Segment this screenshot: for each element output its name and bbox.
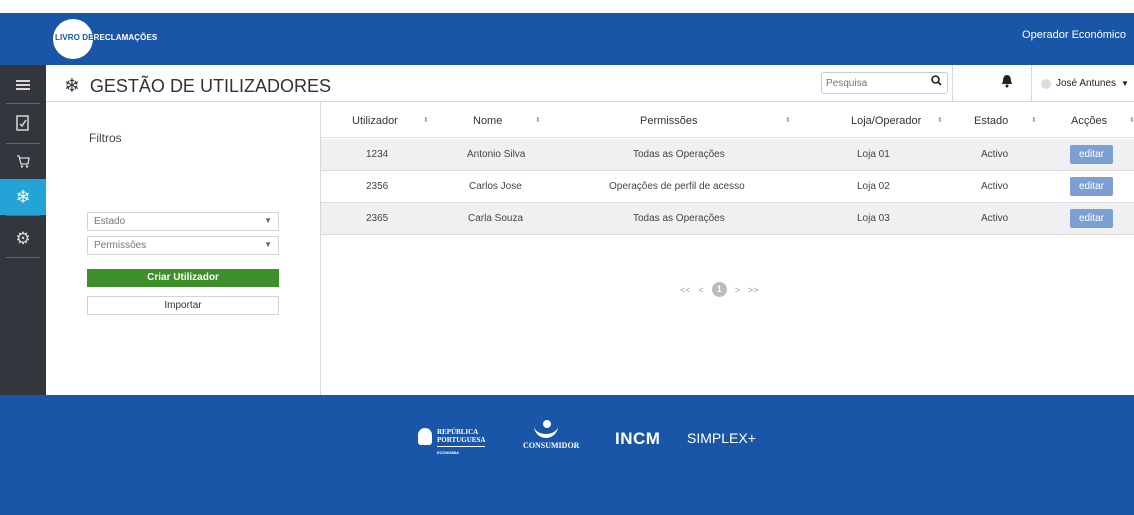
cell-loja: Loja 02 (857, 181, 890, 192)
pagination-next[interactable]: > (735, 285, 740, 295)
header-divider (952, 65, 953, 102)
sort-icon[interactable]: ⬍ (423, 116, 429, 124)
logo-text-part2: RECLAMAÇÕES (93, 33, 158, 42)
estado-select-label: Estado (94, 216, 126, 227)
cell-estado: Activo (981, 181, 1009, 192)
edit-button[interactable]: editar (1070, 177, 1113, 196)
permissoes-select-label: Permissões (94, 240, 147, 251)
sidebar-divider (6, 103, 40, 104)
republica-sub: ECONOMIA (437, 446, 486, 457)
gear-icon[interactable]: ⚙ (0, 221, 46, 257)
cell-loja: Loja 03 (857, 213, 890, 224)
permissoes-select[interactable]: Permissões ▼ (87, 236, 279, 255)
user-menu[interactable]: José Antunes ▼ (1041, 78, 1129, 89)
column-header-utilizador[interactable]: Utilizador (352, 115, 398, 127)
shield-icon (418, 428, 432, 445)
table-row: 2356 Carlos Jose Operações de perfil de … (321, 171, 1134, 203)
user-name: José Antunes (1056, 78, 1117, 89)
cell-estado: Activo (981, 213, 1009, 224)
table-row: 2365 Carla Souza Todas as Operações Loja… (321, 203, 1134, 235)
footer: REPÚBLICA PORTUGUESA ECONOMIA CONSUMIDOR… (0, 395, 1134, 515)
cell-permissoes: Todas as Operações (633, 213, 725, 224)
sort-icon[interactable]: ⬍ (535, 116, 541, 124)
sort-icon[interactable]: ⬍ (1129, 116, 1134, 124)
header-divider (1031, 65, 1032, 102)
sort-icon[interactable]: ⬍ (785, 116, 791, 124)
operator-label[interactable]: Operador Económico (1022, 29, 1126, 41)
cart-icon[interactable] (0, 143, 46, 179)
book-icon[interactable] (0, 105, 46, 141)
column-header-accoes: Acções (1071, 115, 1108, 127)
menu-icon[interactable] (0, 67, 46, 103)
consumidor-text: CONSUMIDOR (523, 441, 580, 450)
chevron-down-icon: ▼ (1121, 79, 1129, 88)
pagination: << < 1 > >> (680, 282, 759, 297)
bell-icon[interactable] (1001, 74, 1013, 91)
column-header-nome[interactable]: Nome (473, 115, 502, 127)
cell-utilizador: 1234 (366, 149, 389, 160)
logo-text-part1: LIVRO DE (55, 33, 94, 42)
cell-nome: Carlos Jose (469, 181, 522, 192)
consumidor-mark-icon (534, 420, 558, 438)
search-input[interactable] (826, 75, 920, 91)
import-button[interactable]: Importar (87, 296, 279, 315)
cell-utilizador: 2356 (366, 181, 389, 192)
edit-button[interactable]: editar (1070, 209, 1113, 228)
cell-permissoes: Operações de perfil de acesso (609, 181, 745, 192)
table-header: Utilizador ⬍ Nome ⬍ Permissões ⬍ Loja/Op… (321, 102, 1134, 138)
sort-icon[interactable]: ⬍ (1031, 116, 1037, 124)
simplex-logo[interactable]: SIMPLEX+ (687, 430, 756, 446)
cell-nome: Antonio Silva (467, 149, 526, 160)
incm-logo[interactable]: INCM (615, 429, 660, 449)
table-row: 1234 Antonio Silva Todas as Operações Lo… (321, 139, 1134, 171)
republica-text: REPÚBLICA PORTUGUESA ECONOMIA (437, 428, 486, 457)
chevron-down-icon: ▼ (264, 240, 272, 249)
sidebar-divider (6, 215, 40, 216)
column-header-estado[interactable]: Estado (974, 115, 1008, 127)
filters-panel: Filtros Estado ▼ Permissões ▼ Criar Util… (46, 102, 321, 395)
sidebar: ❄ ⚙ (0, 65, 46, 395)
livro-reclamacoes-logo[interactable]: LIVRO DERECLAMAÇÕES (53, 19, 159, 59)
republica-line2: PORTUGUESA (437, 436, 486, 444)
estado-select[interactable]: Estado ▼ (87, 212, 279, 231)
sort-icon[interactable]: ⬍ (937, 116, 943, 124)
pagination-prev[interactable]: < (699, 285, 704, 295)
page-title: ❄ GESTÃO DE UTILIZADORES (64, 75, 331, 98)
chevron-down-icon: ▼ (264, 216, 272, 225)
column-header-loja[interactable]: Loja/Operador (851, 115, 921, 127)
consumidor-logo[interactable]: CONSUMIDOR (523, 420, 580, 450)
cell-nome: Carla Souza (468, 213, 524, 224)
pagination-first[interactable]: << (680, 285, 691, 295)
page-header: ❄ GESTÃO DE UTILIZADORES José Antunes ▼ (46, 65, 1134, 102)
republica-portuguesa-logo[interactable]: REPÚBLICA PORTUGUESA ECONOMIA (418, 428, 486, 457)
pagination-last[interactable]: >> (748, 285, 759, 295)
cell-loja: Loja 01 (857, 149, 890, 160)
snowflake-icon[interactable]: ❄ (0, 179, 46, 215)
pagination-current[interactable]: 1 (711, 282, 727, 297)
logo-text: LIVRO DERECLAMAÇÕES (55, 33, 157, 42)
avatar (1041, 78, 1051, 89)
sidebar-divider (6, 257, 40, 258)
top-bar: LIVRO DERECLAMAÇÕES Operador Económico (0, 13, 1134, 65)
cell-utilizador: 2365 (366, 213, 389, 224)
search-icon[interactable] (931, 75, 942, 89)
column-header-permissoes[interactable]: Permissões (640, 115, 697, 127)
page-title-text: GESTÃO DE UTILIZADORES (89, 76, 331, 96)
cell-permissoes: Todas as Operações (633, 149, 725, 160)
filters-title: Filtros (89, 131, 122, 145)
cell-estado: Activo (981, 149, 1009, 160)
snowflake-icon: ❄ (64, 76, 80, 97)
create-user-button[interactable]: Criar Utilizador (87, 269, 279, 287)
republica-line1: REPÚBLICA (437, 428, 479, 436)
edit-button[interactable]: editar (1070, 145, 1113, 164)
search-box (821, 72, 948, 94)
